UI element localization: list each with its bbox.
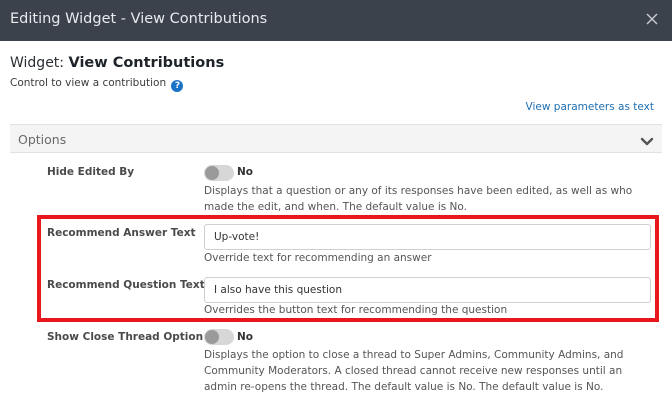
show-close-thread-option-toggle-text: No xyxy=(237,331,254,343)
dialog-titlebar: Editing Widget - View Contributions xyxy=(0,0,672,41)
chevron-down-icon[interactable] xyxy=(640,133,654,146)
widget-heading-name: View Contributions xyxy=(68,55,225,71)
widget-heading: Widget: View Contributions xyxy=(10,55,224,71)
hide-edited-by-toggle-text: No xyxy=(237,166,254,178)
view-parameters-link[interactable]: View parameters as text xyxy=(526,101,654,113)
recommend-question-text-help: Overrides the button text for recommendi… xyxy=(204,304,508,316)
recommend-question-text-label: Recommend Question Text xyxy=(47,279,205,291)
show-close-thread-option-help: Displays the option to close a thread to… xyxy=(204,349,624,393)
widget-heading-label: Widget: xyxy=(10,55,65,71)
toggle-knob xyxy=(205,166,219,180)
recommend-answer-text-label: Recommend Answer Text xyxy=(47,227,196,239)
dialog-title: Editing Widget - View Contributions xyxy=(10,11,268,27)
close-icon[interactable] xyxy=(644,11,660,27)
hide-edited-by-help: Displays that a question or any of its r… xyxy=(204,185,633,213)
show-close-thread-option-label: Show Close Thread Option xyxy=(47,331,204,343)
widget-description-text: Control to view a contribution xyxy=(10,77,167,89)
toggle-knob xyxy=(205,330,219,344)
options-section-header[interactable]: Options xyxy=(10,124,662,153)
options-label: Options xyxy=(18,132,67,147)
show-close-thread-option-toggle[interactable] xyxy=(204,329,234,345)
recommend-question-text-input[interactable] xyxy=(204,277,651,303)
hide-edited-by-label: Hide Edited By xyxy=(47,166,135,178)
recommend-answer-text-help: Override text for recommending an answer xyxy=(204,252,432,264)
help-icon[interactable]: ? xyxy=(171,80,184,92)
hide-edited-by-toggle[interactable] xyxy=(204,165,234,181)
widget-description: Control to view a contribution ? xyxy=(10,77,184,92)
recommend-answer-text-input[interactable] xyxy=(204,224,651,250)
